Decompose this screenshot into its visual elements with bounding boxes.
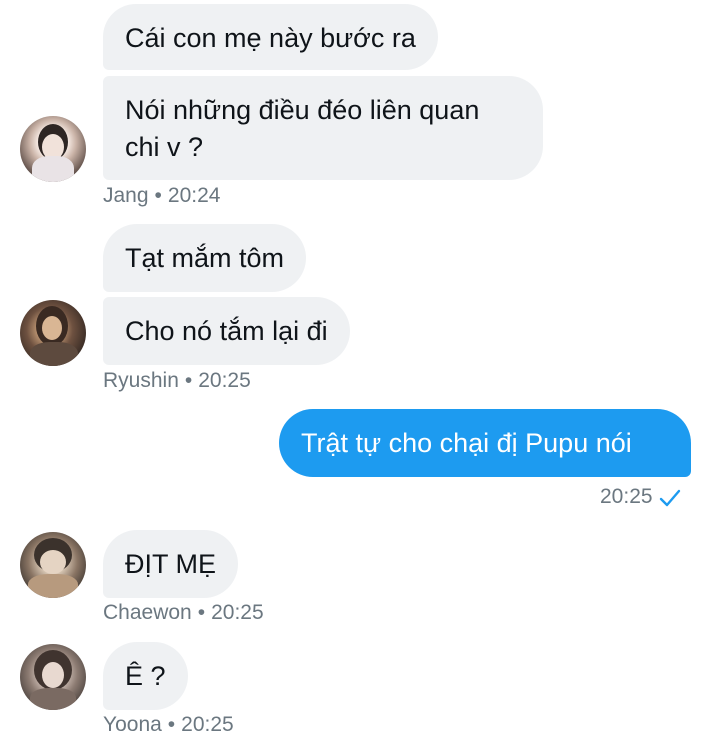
message-bubble[interactable]: Nói những điều đéo liên quan chi v ? (103, 76, 543, 180)
message-meta: Ryushin • 20:25 (103, 369, 251, 392)
message-meta: Yoona • 20:25 (103, 713, 234, 736)
message-bubble[interactable]: Cái con mẹ này bước ra (103, 4, 438, 70)
message-bubble[interactable]: Cho nó tắm lại đi (103, 297, 350, 365)
message-meta: Chaewon • 20:25 (103, 601, 264, 624)
avatar[interactable] (20, 116, 86, 182)
message-bubble-outgoing[interactable]: Trật tự cho chại đị Pupu nói (279, 409, 691, 477)
message-bubble[interactable]: Ê ? (103, 642, 188, 710)
timestamp: 20:25 (198, 369, 251, 392)
avatar[interactable] (20, 532, 86, 598)
timestamp: 20:25 (600, 485, 653, 508)
sender-name: Yoona (103, 713, 162, 736)
sent-check-icon (659, 488, 681, 514)
message-text: Cái con mẹ này bước ra (125, 23, 416, 53)
timestamp: 20:25 (211, 601, 264, 624)
timestamp: 20:24 (167, 184, 221, 207)
message-meta: Jang • 20:24 (103, 184, 221, 207)
message-bubble[interactable]: Tạt mắm tôm (103, 224, 307, 292)
message-text: Tạt mắm tôm (125, 243, 285, 273)
sender-name: Chaewon (103, 601, 192, 624)
message-text: Nói những điều đéo liên quan chi v ? (125, 95, 480, 162)
message-meta: 20:25 (600, 484, 681, 514)
message-bubble[interactable]: ĐỊT MẸ (103, 530, 239, 598)
avatar[interactable] (20, 644, 86, 710)
timestamp: 20:25 (181, 713, 234, 736)
message-text: Cho nó tắm lại đi (125, 316, 328, 346)
avatar[interactable] (20, 300, 86, 366)
message-text: Ê ? (125, 661, 166, 691)
message-text: Trật tự cho chại đị Pupu nói (301, 428, 632, 458)
sender-name: Ryushin (103, 369, 179, 392)
sender-name: Jang (103, 184, 149, 207)
message-text: ĐỊT MẸ (125, 549, 217, 579)
